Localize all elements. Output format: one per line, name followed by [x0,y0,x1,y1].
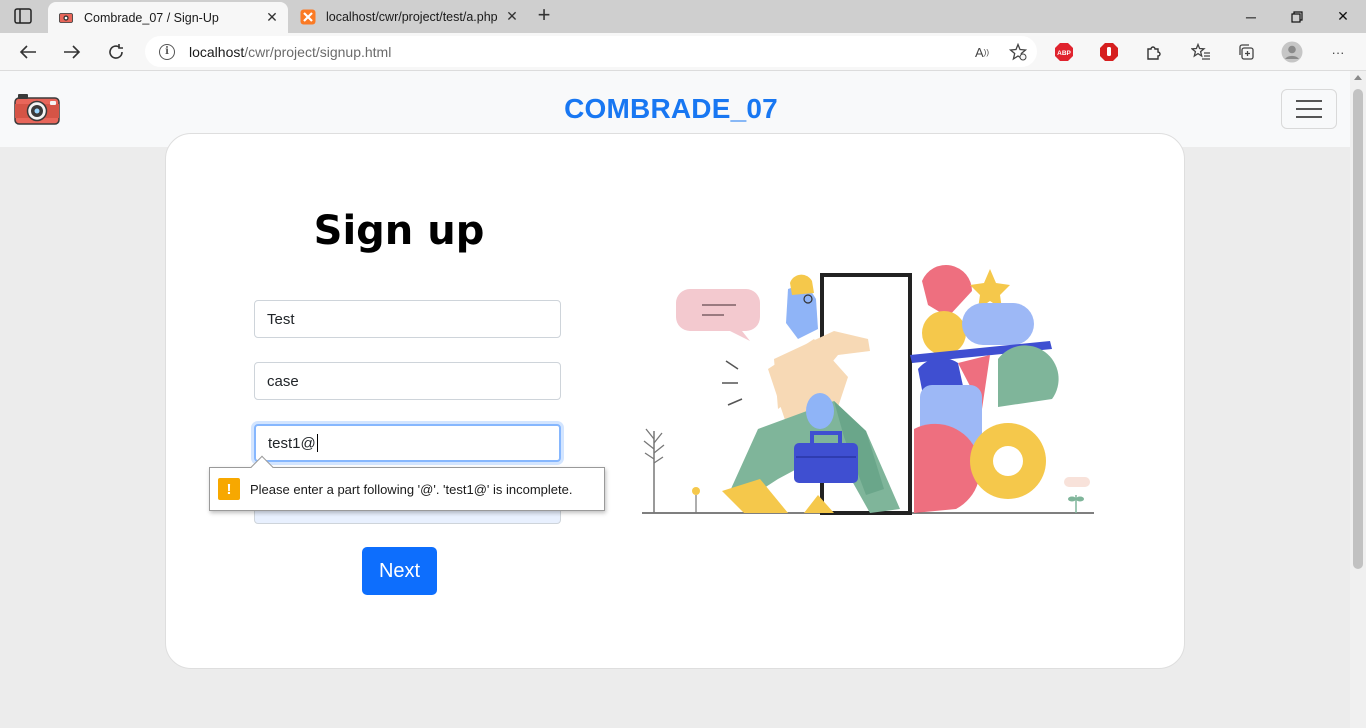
refresh-icon[interactable] [101,37,131,67]
page-title: Sign up [313,208,485,254]
stop-icon[interactable] [1098,41,1120,63]
signup-card: Sign up Test case test1@ ! Please enter … [165,133,1185,669]
scrollbar-thumb[interactable] [1353,89,1363,569]
first-name-field[interactable]: Test [254,300,561,338]
close-tab-icon[interactable]: ✕ [502,8,522,25]
puzzle-icon[interactable] [1143,41,1165,63]
profile-avatar-icon[interactable] [1281,41,1303,63]
tab-actions-icon[interactable] [14,8,32,24]
abp-icon[interactable]: ABP [1053,41,1075,63]
read-aloud-icon[interactable]: A)) [971,41,993,63]
favorites-icon[interactable] [1190,41,1212,63]
hamburger-line [1296,116,1322,118]
forward-icon[interactable] [57,37,87,67]
navbar-toggler-button[interactable] [1281,89,1337,129]
back-icon[interactable] [13,37,43,67]
next-button[interactable]: Next [362,547,437,595]
url-text: localhost/cwr/project/signup.html [189,43,392,60]
validation-tooltip: ! Please enter a part following '@'. 'te… [209,455,605,511]
tab-a-php[interactable]: localhost/cwr/project/test/a.php ✕ [290,0,528,33]
browser-tab-strip: Combrade_07 / Sign-Up ✕ localhost/cwr/pr… [0,0,1366,33]
camera-favicon-icon [58,10,74,26]
signup-illustration [642,265,1094,515]
page-viewport: COMBRADE_07 Sign up Test case test1@ ! P… [0,71,1350,728]
url-field[interactable]: i localhost/cwr/project/signup.html [145,36,1037,67]
more-options-icon[interactable]: ··· [1327,41,1349,63]
hamburger-line [1296,108,1322,110]
new-tab-icon[interactable]: + [533,3,555,29]
validation-message: Please enter a part following '@'. 'test… [250,481,573,497]
close-window-icon[interactable]: ✕ [1320,0,1366,33]
xampp-favicon-icon [300,9,316,25]
tab-signup[interactable]: Combrade_07 / Sign-Up ✕ [48,2,288,33]
restore-icon[interactable] [1274,0,1320,33]
collections-icon[interactable] [1235,41,1257,63]
site-info-icon[interactable]: i [159,43,175,60]
add-favorite-icon[interactable] [1007,41,1029,63]
tab-title: localhost/cwr/project/test/a.php [326,9,498,24]
close-tab-icon[interactable]: ✕ [262,9,282,26]
last-name-field[interactable]: case [254,362,561,400]
hamburger-line [1296,100,1322,102]
tab-title: Combrade_07 / Sign-Up [84,10,219,25]
text-caret [316,434,318,452]
svg-text:ABP: ABP [1057,50,1071,57]
minimize-icon[interactable]: ─ [1228,0,1274,33]
email-field[interactable]: test1@ [254,424,561,462]
warning-icon: ! [218,478,240,500]
address-toolbar: i localhost/cwr/project/signup.html A)) … [0,33,1366,71]
scroll-up-icon[interactable] [1354,75,1362,80]
brand-title[interactable]: COMBRADE_07 [0,93,1342,125]
vertical-scrollbar[interactable] [1350,71,1366,728]
